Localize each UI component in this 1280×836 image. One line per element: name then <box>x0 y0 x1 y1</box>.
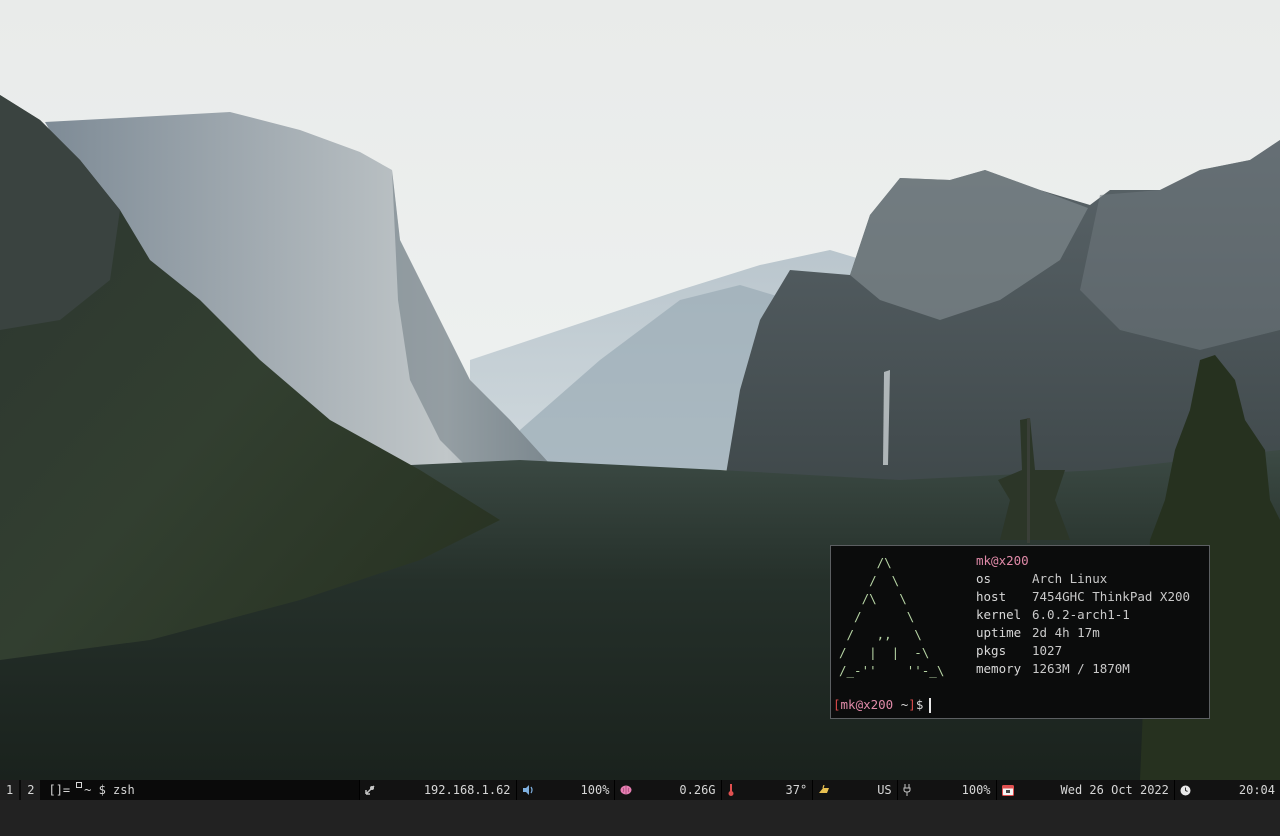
plug-icon <box>903 744 956 836</box>
time: 20:04 <box>1238 783 1275 797</box>
info-row-uptime: uptime 2d 4h 17m <box>976 624 1190 642</box>
info-value: Arch Linux <box>1032 571 1108 586</box>
info-key: uptime <box>976 625 1022 640</box>
user-host: mk@x200 <box>976 553 1029 568</box>
info-row-pkgs: pkgs 1027 <box>976 642 1190 660</box>
network-block: 192.168.1.62 <box>358 780 516 800</box>
workspace-tag-1[interactable]: 1 <box>0 780 20 800</box>
speaker-icon <box>522 745 575 835</box>
info-key: os <box>976 571 992 586</box>
window-title: ~ $ zsh <box>84 783 135 797</box>
brain-icon <box>620 745 673 835</box>
date: Wed 26 Oct 2022 <box>1060 783 1169 797</box>
date-block: Wed 26 Oct 2022 <box>995 780 1174 800</box>
info-row-memory: memory 1263M / 1870M <box>976 660 1190 678</box>
prompt-bracket-open: [ <box>833 697 841 712</box>
info-key: memory <box>976 661 1022 676</box>
bar-right: 192.168.1.62 100% 0.26G 37° US 100% Wed … <box>358 780 1280 800</box>
info-value: 1027 <box>1032 643 1063 658</box>
bar-left: 1 2 []= ~ $ zsh <box>0 780 141 800</box>
prompt-bracket-close: ] <box>908 697 916 712</box>
info-key: host <box>976 589 1007 604</box>
prompt-dir: ~ <box>893 697 909 712</box>
keyboard-block[interactable]: US <box>812 780 897 800</box>
calendar-icon <box>1001 744 1055 836</box>
info-key: kernel <box>976 607 1022 622</box>
memory-usage: 0.26G <box>679 783 716 797</box>
thermometer-icon <box>727 744 780 836</box>
prompt-symbol: $ <box>915 697 924 712</box>
window-icon <box>76 782 83 788</box>
temperature-block: 37° <box>720 780 813 800</box>
volume-block[interactable]: 100% <box>515 780 615 800</box>
prompt-user: mk@x200 <box>840 697 894 712</box>
network-icon <box>365 745 418 835</box>
workspace-tag-2[interactable]: 2 <box>21 780 41 800</box>
shell-prompt[interactable]: [mk@x200 ~] $ <box>833 696 932 714</box>
info-value: 2d 4h 17m <box>1032 625 1100 640</box>
system-info: mk@x200 os Arch Linux host 7454GHC Think… <box>976 552 1190 678</box>
memory-block: 0.26G <box>614 780 721 800</box>
arch-ascii-logo: /\ / \ /\ \ / \ / ,, \ / | | -\ /_-'' ''… <box>839 555 945 678</box>
battery-block: 100% <box>896 780 996 800</box>
info-row-os: os Arch Linux <box>976 570 1190 588</box>
text-cursor <box>929 697 932 713</box>
battery-level: 100% <box>961 783 991 797</box>
info-key: pkgs <box>976 643 1007 658</box>
temperature: 37° <box>785 783 808 797</box>
clock-block: 20:04 <box>1173 780 1280 800</box>
info-value: 6.0.2-arch1-1 <box>1032 607 1130 622</box>
terminal-window[interactable]: /\ / \ /\ \ / \ / ,, \ / | | -\ /_-'' ''… <box>830 545 1210 719</box>
volume-level: 100% <box>580 783 610 797</box>
layout-indicator[interactable]: []= <box>42 780 76 800</box>
info-value: 1263M / 1870M <box>1032 661 1130 676</box>
status-bar: 1 2 []= ~ $ zsh 192.168.1.62 100% 0.26G <box>0 780 1280 800</box>
info-value: 7454GHC ThinkPad X200 <box>1032 589 1191 604</box>
clock-icon <box>1180 745 1233 836</box>
info-row-kernel: kernel 6.0.2-arch1-1 <box>976 606 1190 624</box>
ip-address: 192.168.1.62 <box>423 783 511 797</box>
keyboard-layout: US <box>877 783 892 797</box>
keyboard-icon <box>818 745 871 835</box>
info-row-host: host 7454GHC ThinkPad X200 <box>976 588 1190 606</box>
